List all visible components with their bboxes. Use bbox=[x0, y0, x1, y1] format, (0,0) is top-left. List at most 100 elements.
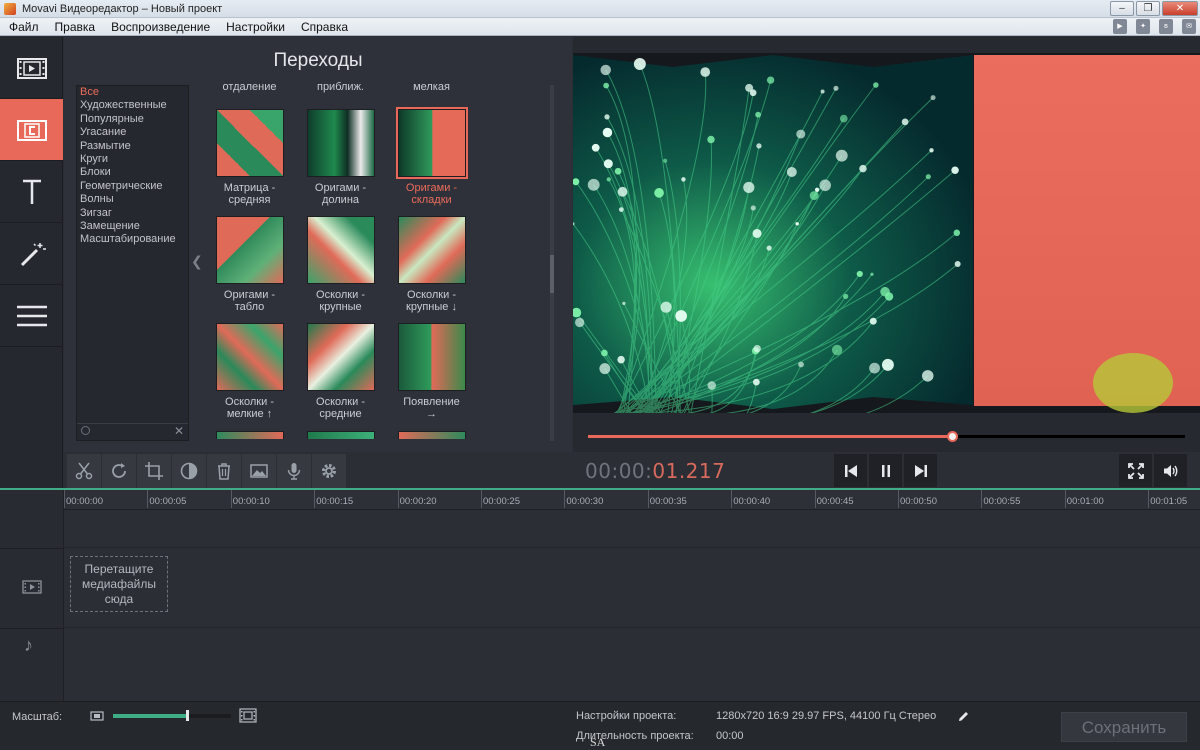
transitions-grid: отдаление приближ. мелкая Матрица - сред… bbox=[204, 82, 564, 439]
category-item[interactable]: Зигзаг bbox=[77, 207, 188, 220]
panel-title: Переходы bbox=[273, 50, 363, 71]
partial-tile[interactable]: приближ. bbox=[295, 82, 386, 93]
timeline-ruler[interactable]: 00:00:00 00:00:05 00:00:10 00:00:15 00:00:20… bbox=[64, 490, 1200, 510]
cut-button[interactable] bbox=[67, 453, 101, 488]
category-item[interactable]: Все bbox=[77, 86, 188, 99]
partial-tile[interactable] bbox=[386, 431, 477, 439]
project-settings-value: 1280x720 16:9 29.97 FPS, 44100 Гц Стерео bbox=[716, 710, 937, 722]
skip-back-button[interactable] bbox=[834, 454, 867, 487]
image-button[interactable] bbox=[242, 453, 276, 488]
ruler-tick-label: 00:00:05 bbox=[149, 496, 187, 507]
transition-thumbnail bbox=[215, 323, 284, 391]
tool-rail bbox=[0, 37, 63, 489]
window-controls: – ❐ ✕ bbox=[1110, 1, 1198, 16]
ruler-tick-label: 00:00:15 bbox=[316, 496, 354, 507]
zoom-in-icon[interactable] bbox=[239, 708, 257, 723]
maximize-button[interactable]: ❐ bbox=[1136, 1, 1160, 16]
pause-button[interactable] bbox=[869, 454, 902, 487]
transition-tile[interactable]: Оригами - табло bbox=[204, 216, 295, 313]
odnoklassniki-icon[interactable]: ✦ bbox=[1136, 19, 1150, 34]
close-button[interactable]: ✕ bbox=[1162, 1, 1198, 16]
partial-tile[interactable] bbox=[295, 431, 386, 439]
category-item[interactable]: Блоки bbox=[77, 166, 188, 179]
rotate-button[interactable] bbox=[102, 453, 136, 488]
category-item[interactable]: Круги bbox=[77, 153, 188, 166]
partial-tile[interactable]: отдаление bbox=[204, 82, 295, 93]
transition-tile[interactable]: Осколки - крупные ↓ bbox=[386, 216, 477, 313]
edit-pencil-icon[interactable] bbox=[957, 710, 970, 723]
titles-button[interactable] bbox=[0, 161, 63, 223]
fullscreen-button[interactable] bbox=[1119, 454, 1152, 487]
menu-help[interactable]: Справка bbox=[292, 20, 355, 34]
ruler-tick bbox=[898, 490, 899, 508]
playback-progress-bar[interactable] bbox=[588, 431, 1185, 442]
video-preview[interactable] bbox=[573, 53, 1200, 413]
category-item[interactable]: Геометрические bbox=[77, 180, 188, 193]
scroll-thumb[interactable] bbox=[550, 255, 554, 293]
more-menu-button[interactable] bbox=[0, 285, 63, 347]
timecode-prefix: 00:00: bbox=[585, 459, 653, 483]
progress-fill bbox=[588, 435, 953, 438]
feedback-icon[interactable]: ✉ bbox=[1182, 19, 1196, 34]
transitions-button[interactable] bbox=[0, 99, 63, 161]
record-audio-button[interactable] bbox=[277, 453, 311, 488]
youtube-icon[interactable]: ▶ bbox=[1113, 19, 1127, 34]
menu-file[interactable]: Файл bbox=[0, 20, 46, 34]
watermark-text: SA bbox=[590, 735, 606, 749]
category-item[interactable]: Размытие bbox=[77, 140, 188, 153]
transition-thumbnail bbox=[397, 216, 466, 284]
gear-icon bbox=[322, 463, 336, 478]
transition-tile[interactable]: Оригами - долина bbox=[295, 109, 386, 206]
menu-edit[interactable]: Правка bbox=[46, 20, 103, 34]
category-item[interactable]: Масштабирование bbox=[77, 233, 188, 246]
rotate-icon bbox=[112, 462, 126, 478]
save-button[interactable]: Сохранить bbox=[1061, 712, 1187, 742]
transition-tile[interactable]: Осколки - мелкие ↑ bbox=[204, 323, 295, 420]
category-search[interactable]: ✕ bbox=[77, 423, 188, 440]
ruler-tick-label: 00:00:25 bbox=[483, 496, 520, 507]
transition-tile[interactable]: Матрица - средняя bbox=[204, 109, 295, 206]
transition-tile[interactable]: Осколки - средние bbox=[295, 323, 386, 420]
transition-tile[interactable]: Оригами - складки bbox=[386, 107, 477, 206]
minimize-button[interactable]: – bbox=[1110, 1, 1134, 16]
video-track[interactable] bbox=[64, 548, 1200, 628]
menu-settings[interactable]: Настройки bbox=[217, 20, 292, 34]
partial-tile[interactable]: мелкая bbox=[386, 82, 477, 93]
transitions-panel: Переходы Все Художественные Популярные Угас… bbox=[64, 37, 572, 452]
filters-button[interactable] bbox=[0, 223, 63, 285]
collapse-arrow-icon[interactable]: ❮ bbox=[191, 253, 203, 270]
import-media-button[interactable] bbox=[0, 37, 63, 99]
ruler-tick-label: 00:01:05 bbox=[1150, 496, 1188, 507]
zoom-out-icon[interactable] bbox=[90, 710, 104, 722]
ruler-tick-label: 00:00:45 bbox=[816, 496, 854, 507]
media-drop-zone[interactable]: Перетащите медиафайлы сюда bbox=[70, 556, 168, 612]
delete-button[interactable] bbox=[207, 453, 241, 488]
text-track[interactable] bbox=[64, 511, 1200, 548]
menu-playback[interactable]: Воспроизведение bbox=[102, 20, 217, 34]
category-item[interactable]: Замещение bbox=[77, 220, 188, 233]
transition-tile[interactable]: Появление → bbox=[386, 323, 477, 420]
ruler-tick bbox=[230, 490, 232, 508]
color-adjust-button[interactable] bbox=[172, 453, 206, 488]
volume-button[interactable] bbox=[1154, 454, 1187, 487]
progress-handle[interactable] bbox=[947, 431, 959, 442]
partial-tile[interactable] bbox=[204, 431, 295, 439]
clip-settings-button[interactable] bbox=[312, 453, 346, 488]
audio-track[interactable] bbox=[64, 628, 1200, 701]
clear-icon[interactable]: ✕ bbox=[174, 424, 184, 438]
category-item[interactable]: Популярные bbox=[77, 113, 188, 126]
ruler-tick-label: 00:00:30 bbox=[566, 496, 604, 507]
zoom-slider[interactable] bbox=[113, 710, 231, 721]
vk-icon[interactable]: в bbox=[1159, 19, 1173, 34]
skip-forward-button[interactable] bbox=[904, 454, 937, 487]
transition-tile[interactable]: Осколки - крупные bbox=[295, 216, 386, 313]
crop-button[interactable] bbox=[137, 453, 171, 488]
category-item[interactable]: Волны bbox=[77, 193, 188, 206]
category-item[interactable]: Художественные bbox=[77, 99, 188, 112]
window-title: Movavi Видеоредактор – Новый проект bbox=[22, 2, 223, 15]
zoom-slider-handle[interactable] bbox=[186, 710, 190, 721]
grid-scrollbar[interactable] bbox=[550, 85, 554, 441]
playback-bar: 00:00:01.217 bbox=[573, 452, 1200, 489]
search-icon bbox=[81, 426, 90, 435]
category-item[interactable]: Угасание bbox=[77, 126, 188, 139]
